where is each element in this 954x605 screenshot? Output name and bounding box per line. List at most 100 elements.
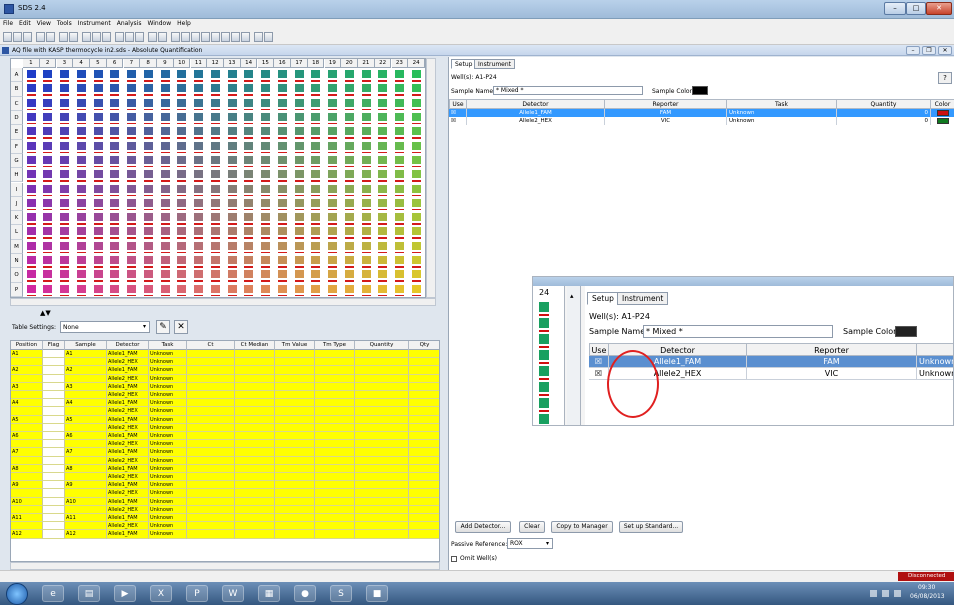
grid-view-3-icon[interactable] (191, 32, 200, 42)
results-column-header[interactable]: Task (149, 341, 187, 350)
plate-well[interactable] (110, 213, 120, 222)
plate-well[interactable] (344, 70, 354, 78)
plate-well[interactable] (60, 170, 69, 179)
plate-well[interactable] (110, 155, 120, 164)
plate-well[interactable] (411, 241, 421, 250)
table-row[interactable]: Allele2_HEX Unknown (11, 522, 439, 531)
plate-well[interactable] (143, 184, 153, 193)
plate-well[interactable] (127, 184, 136, 193)
table-row[interactable]: Allele2_HEX Unknown (11, 473, 439, 482)
plate-well[interactable] (411, 284, 421, 293)
plate-well[interactable] (60, 127, 69, 136)
plate-well[interactable] (227, 70, 237, 78)
plate-row-header[interactable]: H (11, 168, 23, 183)
plate-well[interactable] (227, 284, 237, 293)
table-row[interactable]: A1 A1 Allele1_FAM Unknown (11, 350, 439, 359)
plate-well[interactable] (244, 155, 254, 164)
detector-column-header[interactable]: Quantity (837, 99, 931, 109)
results-table[interactable]: Position Flag Sample Detector Task Ct Ct Media… (10, 340, 440, 562)
plate-well[interactable] (328, 227, 337, 236)
plate-column-header[interactable]: 5 (90, 59, 107, 68)
tray-volume-icon[interactable] (894, 590, 901, 597)
plate-well[interactable] (361, 170, 371, 179)
plate-well[interactable] (76, 213, 86, 222)
plate-well[interactable] (110, 84, 120, 93)
plate-well[interactable] (294, 241, 304, 250)
plate-column-header[interactable]: 7 (123, 59, 141, 68)
plate-well[interactable] (194, 241, 203, 250)
plate-well[interactable] (76, 227, 86, 236)
plate-well[interactable] (261, 256, 270, 265)
plate-column-header[interactable]: 6 (106, 59, 124, 68)
plate-well[interactable] (76, 270, 86, 279)
table-row[interactable]: Allele2_HEX Unknown (11, 456, 439, 465)
plate-well[interactable] (361, 184, 371, 193)
plate-well[interactable] (411, 84, 421, 93)
plate-well[interactable] (127, 141, 136, 150)
plate-well[interactable] (277, 198, 287, 207)
lync-icon[interactable]: ● (294, 585, 316, 602)
detector-color-swatch[interactable] (937, 110, 949, 116)
plate-well[interactable] (261, 227, 270, 236)
plate-well[interactable] (411, 127, 421, 136)
plate-well[interactable] (76, 170, 86, 179)
plate-well[interactable] (261, 170, 270, 179)
plate-well[interactable] (43, 155, 53, 164)
plate-well[interactable] (361, 141, 371, 150)
start-button[interactable] (6, 583, 28, 605)
plate-well[interactable] (26, 84, 36, 93)
plate-well[interactable] (93, 84, 103, 93)
menu-tools[interactable]: Tools (54, 19, 75, 27)
plate-well[interactable] (311, 270, 321, 279)
plate-well[interactable] (344, 127, 354, 136)
plate-well[interactable] (294, 112, 304, 121)
doc-restore-button[interactable]: ❐ (922, 46, 936, 55)
plate-well[interactable] (361, 241, 371, 250)
splitter-handle[interactable]: ▲▼ (40, 309, 51, 317)
plate-well[interactable] (227, 98, 237, 107)
plate-row-header[interactable]: J (11, 196, 23, 212)
plate-well[interactable] (395, 270, 404, 279)
plate-well[interactable] (26, 155, 36, 164)
plate-row-header[interactable]: M (11, 239, 23, 255)
analyze-icon[interactable] (125, 32, 134, 42)
plate-row-header[interactable]: N (11, 254, 23, 269)
plate-well[interactable] (93, 198, 103, 207)
plate-well[interactable] (210, 98, 220, 107)
plate-well[interactable] (43, 170, 53, 179)
plate-well[interactable] (311, 256, 321, 265)
plate-well[interactable] (227, 112, 237, 121)
plate-well[interactable] (43, 270, 53, 279)
plate-well[interactable] (110, 98, 120, 107)
plate-well[interactable] (60, 284, 69, 293)
plate-well[interactable] (277, 270, 287, 279)
plate-well[interactable] (277, 256, 287, 265)
plate-well[interactable] (395, 184, 404, 193)
plate-well[interactable] (177, 141, 187, 150)
plate-well[interactable] (60, 155, 69, 164)
maximize-button[interactable]: □ (906, 2, 926, 15)
plate-well[interactable] (277, 227, 287, 236)
plate-well[interactable] (210, 184, 220, 193)
plate-well[interactable] (311, 141, 321, 150)
plate-well[interactable] (76, 198, 86, 207)
plate-column-header[interactable]: 24 (408, 59, 425, 68)
plate-well[interactable] (93, 227, 103, 236)
plate-well[interactable] (93, 141, 103, 150)
plate-well[interactable] (344, 112, 354, 121)
passive-reference-select[interactable]: ROX ▾ (507, 538, 553, 549)
plate-well[interactable] (210, 284, 220, 293)
plate-well[interactable] (127, 127, 136, 136)
plate-well[interactable] (60, 141, 69, 150)
menu-analysis[interactable]: Analysis (114, 19, 145, 27)
plate-well[interactable] (328, 241, 337, 250)
plate-well[interactable] (277, 213, 287, 222)
plate-well[interactable] (143, 213, 153, 222)
plate-well[interactable] (26, 141, 36, 150)
plate-column-header[interactable]: 16 (274, 59, 291, 68)
plate-well[interactable] (110, 270, 120, 279)
plate-well[interactable] (227, 213, 237, 222)
plate-well[interactable] (177, 155, 187, 164)
plate-well[interactable] (328, 256, 337, 265)
plate-well[interactable] (378, 284, 388, 293)
